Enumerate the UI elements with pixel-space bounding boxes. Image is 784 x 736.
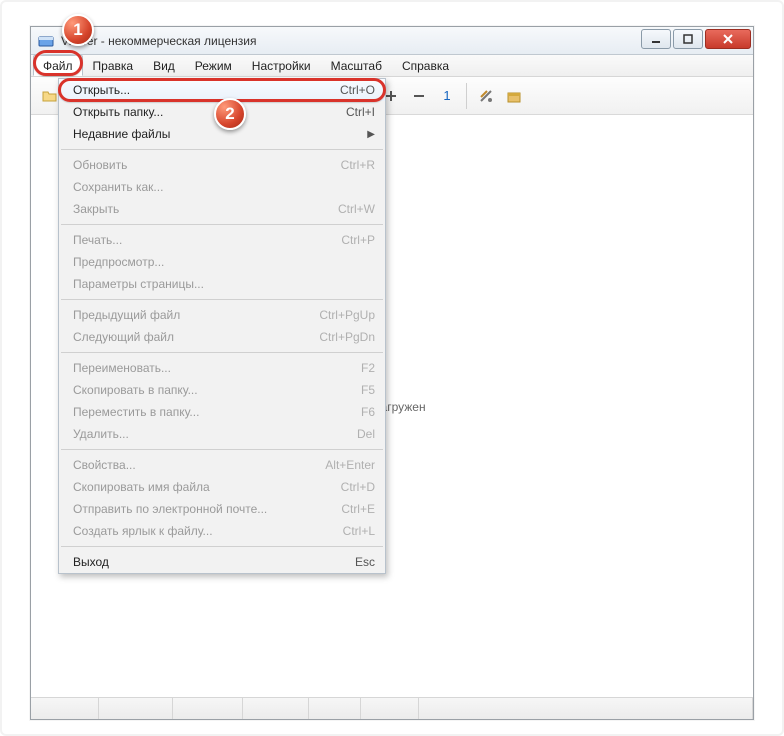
- menu-item-shortcut: Alt+Enter: [325, 458, 375, 472]
- settings-icon[interactable]: [473, 83, 499, 109]
- zoom-out-icon[interactable]: [406, 83, 432, 109]
- menu-item-shortcut: Ctrl+W: [338, 202, 375, 216]
- menu-item-label: Создать ярлык к файлу...: [73, 524, 343, 538]
- menu-вид[interactable]: Вид: [143, 55, 185, 76]
- package-icon[interactable]: [501, 83, 527, 109]
- menu-item: Скопировать в папку...F5: [59, 379, 385, 401]
- status-cell: [361, 698, 419, 719]
- close-button[interactable]: [705, 29, 751, 49]
- menu-item-label: Предпросмотр...: [73, 255, 375, 269]
- menu-item-shortcut: Ctrl+L: [343, 524, 375, 538]
- zoom-1-label: 1: [443, 88, 450, 103]
- menu-режим[interactable]: Режим: [185, 55, 242, 76]
- menu-item-shortcut: Ctrl+PgDn: [319, 330, 375, 344]
- menu-item-label: Переместить в папку...: [73, 405, 361, 419]
- menu-item-label: Открыть...: [73, 83, 340, 97]
- menu-файл[interactable]: Файл: [33, 55, 83, 76]
- menu-item-label: Скопировать в папку...: [73, 383, 361, 397]
- menu-масштаб[interactable]: Масштаб: [321, 55, 392, 76]
- menu-item-label: Обновить: [73, 158, 341, 172]
- menu-item: Предыдущий файлCtrl+PgUp: [59, 304, 385, 326]
- menu-item-shortcut: Ctrl+I: [346, 105, 375, 119]
- menu-item-shortcut: Ctrl+E: [341, 502, 375, 516]
- menu-item-shortcut: F6: [361, 405, 375, 419]
- menu-item-label: Отправить по электронной почте...: [73, 502, 341, 516]
- titlebar[interactable]: Viewer - некоммерческая лицензия: [31, 27, 753, 55]
- status-cell: [309, 698, 361, 719]
- menu-item-label: Выход: [73, 555, 355, 569]
- menu-item-shortcut: Ctrl+O: [340, 83, 375, 97]
- status-cell: [173, 698, 243, 719]
- zoom-actual-icon[interactable]: 1: [434, 83, 460, 109]
- menu-separator: [61, 449, 383, 450]
- menu-separator: [61, 149, 383, 150]
- menu-item-label: Следующий файл: [73, 330, 319, 344]
- menu-item: Создать ярлык к файлу...Ctrl+L: [59, 520, 385, 542]
- menu-item: Параметры страницы...: [59, 273, 385, 295]
- menu-item[interactable]: ВыходEsc: [59, 551, 385, 573]
- menubar: ФайлПравкаВидРежимНастройкиМасштабСправк…: [31, 55, 753, 77]
- menu-separator: [61, 546, 383, 547]
- menu-item-label: Предыдущий файл: [73, 308, 319, 322]
- menu-item: Сохранить как...: [59, 176, 385, 198]
- chevron-right-icon: ▶: [367, 129, 375, 140]
- file-menu-dropdown: Открыть...Ctrl+OОткрыть папку...Ctrl+IНе…: [58, 78, 386, 574]
- minimize-button[interactable]: [641, 29, 671, 49]
- menu-item: ОбновитьCtrl+R: [59, 154, 385, 176]
- app-icon: [37, 32, 55, 50]
- menu-item-label: Свойства...: [73, 458, 325, 472]
- menu-item: ЗакрытьCtrl+W: [59, 198, 385, 220]
- menu-item-shortcut: Esc: [355, 555, 375, 569]
- menu-item: Следующий файлCtrl+PgDn: [59, 326, 385, 348]
- status-cell: [419, 698, 753, 719]
- menu-item: Скопировать имя файлаCtrl+D: [59, 476, 385, 498]
- annotation-badge-2: 2: [214, 98, 246, 130]
- maximize-button[interactable]: [673, 29, 703, 49]
- menu-item: Переименовать...F2: [59, 357, 385, 379]
- menu-item: Отправить по электронной почте...Ctrl+E: [59, 498, 385, 520]
- status-cell: [99, 698, 173, 719]
- menu-item-shortcut: Ctrl+D: [341, 480, 375, 494]
- status-cell: [243, 698, 309, 719]
- menu-item-shortcut: F2: [361, 361, 375, 375]
- annotation-badge-1: 1: [62, 14, 94, 46]
- menu-item: Печать...Ctrl+P: [59, 229, 385, 251]
- menu-item-label: Открыть папку...: [73, 105, 346, 119]
- menu-item-shortcut: Ctrl+R: [341, 158, 375, 172]
- menu-item-label: Сохранить как...: [73, 180, 375, 194]
- menu-item-label: Закрыть: [73, 202, 338, 216]
- menu-item-shortcut: Ctrl+PgUp: [319, 308, 375, 322]
- menu-item: Удалить...Del: [59, 423, 385, 445]
- menu-справка[interactable]: Справка: [392, 55, 459, 76]
- menu-item-label: Удалить...: [73, 427, 357, 441]
- statusbar: [31, 697, 753, 719]
- status-cell: [31, 698, 99, 719]
- menu-separator: [61, 352, 383, 353]
- menu-item-label: Переименовать...: [73, 361, 361, 375]
- menu-item-shortcut: Del: [357, 427, 375, 441]
- menu-item-label: Параметры страницы...: [73, 277, 375, 291]
- menu-item[interactable]: Открыть...Ctrl+O: [59, 79, 385, 101]
- menu-separator: [61, 224, 383, 225]
- menu-item-shortcut: Ctrl+P: [341, 233, 375, 247]
- menu-separator: [61, 299, 383, 300]
- menu-item: Свойства...Alt+Enter: [59, 454, 385, 476]
- menu-item-shortcut: F5: [361, 383, 375, 397]
- menu-правка[interactable]: Правка: [83, 55, 144, 76]
- menu-item-label: Печать...: [73, 233, 341, 247]
- menu-item: Переместить в папку...F6: [59, 401, 385, 423]
- menu-item-label: Скопировать имя файла: [73, 480, 341, 494]
- toolbar-separator: [466, 83, 467, 109]
- menu-настройки[interactable]: Настройки: [242, 55, 321, 76]
- menu-item: Предпросмотр...: [59, 251, 385, 273]
- window-controls: [641, 29, 751, 49]
